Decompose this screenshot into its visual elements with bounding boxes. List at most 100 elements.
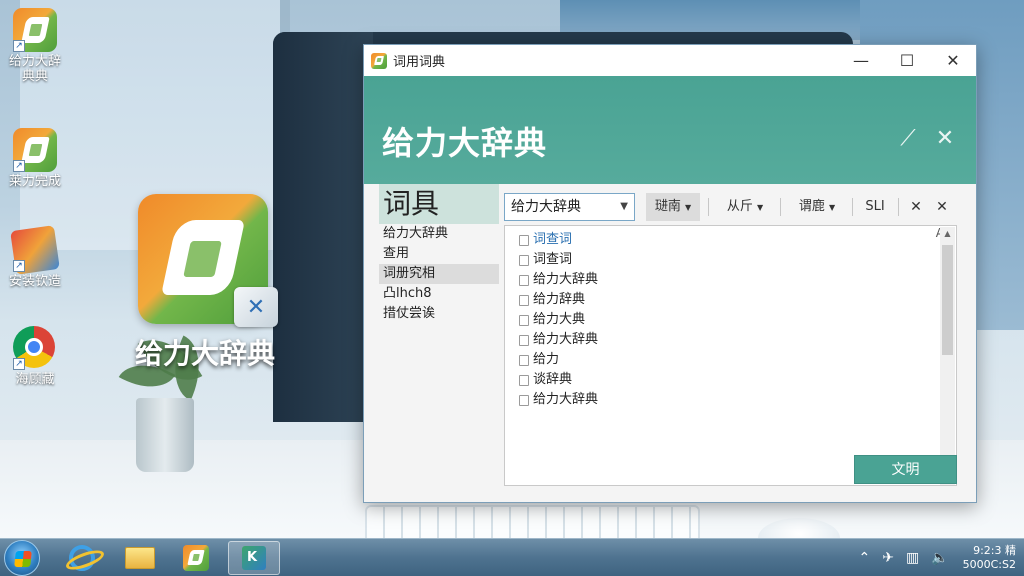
scrollbar-thumb[interactable] (942, 245, 953, 355)
confirm-button[interactable]: 文明 (854, 455, 957, 484)
file-icon (519, 355, 529, 366)
dictionary-app-icon: ↗ (13, 128, 57, 172)
toolbar-dropdown-3-label: 谓鹿 (798, 199, 825, 214)
tools-badge-icon: ✕ (234, 287, 278, 327)
list-item-label: 给力 (533, 352, 560, 367)
list-item[interactable]: 给力大辞典 (505, 270, 937, 290)
list-item[interactable]: 词查词 (505, 250, 937, 270)
chevron-down-icon: ▼ (757, 203, 764, 212)
list-item-label: 谈辞典 (533, 372, 573, 387)
toolbar-dropdown-2-label: 从斤 (726, 199, 753, 214)
volume-icon[interactable]: 🔈 (931, 550, 948, 566)
toolbar-dropdown-3[interactable]: 谓鹿 ▼ (790, 193, 844, 221)
list-item[interactable]: 谈辞典 (505, 370, 937, 390)
list-item[interactable]: 给力辞典 (505, 290, 937, 310)
list-item[interactable]: 词查词 (505, 230, 937, 250)
scroll-up-icon[interactable]: ▲ (940, 227, 955, 241)
shortcut-arrow-icon: ↗ (13, 160, 25, 172)
close-button[interactable]: ✕ (930, 45, 976, 76)
start-button[interactable] (4, 540, 40, 576)
taskbar-file-explorer[interactable] (114, 541, 166, 575)
dictionary-select[interactable]: 给力大辞典 ▼ (504, 193, 635, 221)
window-title: 词用词典 (393, 55, 446, 70)
close-icon[interactable]: ✕ (931, 126, 959, 151)
airplane-icon[interactable]: ✈ (882, 550, 894, 566)
desktop-icon-label: 莱力完成 (8, 174, 61, 189)
clock-time: 9:2:3 精 (973, 544, 1016, 557)
window-app-icon (371, 52, 387, 69)
list-item-label: 词查词 (533, 252, 573, 267)
word-list-rows: 词查词 词查词 给力大辞典 给力辞典 给力大典 给力大辞典 给力 谈辞典 给力大辞典 (505, 226, 956, 410)
taskbar-internet-explorer[interactable] (56, 541, 108, 575)
folder-icon (125, 547, 155, 569)
list-item-label: 词查词 (533, 232, 573, 247)
toolbar-sli-button[interactable]: SLI (860, 193, 890, 221)
taskbar-dictionary-app[interactable] (170, 541, 222, 575)
sidebar-item-dictionary[interactable]: 给力大辞典 (379, 224, 499, 244)
toolbar-divider (780, 198, 781, 216)
sidebar-item-settings[interactable]: 措仗尝诶 (379, 304, 499, 324)
toolbar-dropdown-1[interactable]: 琎南 ▼ (646, 193, 700, 221)
plant-pot (136, 398, 194, 472)
toolbar-dropdown-1-label: 琎南 (654, 199, 681, 214)
title-bar[interactable]: 词用词典 — ☐ ✕ (364, 45, 976, 76)
desktop-icon-label: 给力大辞 典典 (8, 54, 61, 84)
file-icon (519, 235, 529, 246)
background-keyboard (365, 505, 700, 538)
chevron-down-icon: ▼ (685, 203, 692, 212)
sidebar-item-word-book[interactable]: 词册究相 (379, 264, 499, 284)
windows-logo-icon (14, 551, 32, 567)
file-icon (519, 335, 529, 346)
scrollbar[interactable]: ▲ ▼ (940, 227, 955, 485)
file-icon (519, 395, 529, 406)
file-icon (519, 315, 529, 326)
desktop-icon-label: 海顾藏 (15, 372, 55, 387)
toolbar-divider (852, 198, 853, 216)
desktop-icon-label: 安装钦造 (8, 274, 61, 289)
desktop-icon-browser[interactable]: ↗ 海顾藏 (2, 326, 68, 387)
desktop-icon-complete[interactable]: ↗ 莱力完成 (2, 128, 68, 189)
clock-date: 5000C:S2 (962, 558, 1016, 571)
minimize-button[interactable]: — (838, 45, 884, 76)
banner-title: 给力大辞典 (382, 124, 548, 162)
shortcut-arrow-icon: ↗ (13, 40, 25, 52)
system-tray: ⌃ ✈ ▥ 🔈 9:2:3 精 5000C:S2 (852, 539, 1016, 576)
list-item-label: 给力大辞典 (533, 332, 599, 347)
taskbar: K ⌃ ✈ ▥ 🔈 9:2:3 精 5000C:S2 (0, 538, 1024, 576)
featured-app-label: 给力大辞典 (134, 337, 275, 370)
toolbar-divider (898, 198, 899, 216)
list-item[interactable]: 给力大典 (505, 310, 937, 330)
word-list: A 词查词词查词给力大辞典给力辞典给力大典给力大辞典给力谈辞典给力大辞典 ▲ ▼ (504, 225, 957, 486)
chevron-down-icon: ▼ (829, 203, 836, 212)
list-item[interactable]: 给力大辞典 (505, 330, 937, 350)
desktop-icon-install[interactable]: ↗ 安装钦造 (2, 225, 68, 289)
list-item[interactable]: 给力 (505, 350, 937, 370)
show-hidden-icons-icon[interactable]: ⌃ (858, 550, 870, 566)
toolbar: 给力大辞典 ▼ 琎南 ▼ 从斤 ▼ 谓鹿 ▼ SLI ✕ ✕ (504, 193, 959, 223)
photo-app-icon: ↗ (10, 225, 60, 275)
internet-explorer-icon (69, 545, 95, 571)
dictionary-app-icon (183, 545, 209, 571)
sidebar-item-lookup[interactable]: 查用 (379, 244, 499, 264)
chrome-icon: ↗ (13, 326, 57, 370)
combo-value: 给力大辞典 (511, 199, 581, 215)
toolbar-dropdown-2[interactable]: 从斤 ▼ (718, 193, 772, 221)
sidebar-item-ch8[interactable]: 凸lhch8 (379, 284, 499, 304)
chevron-down-icon: ▼ (620, 201, 628, 212)
list-item-label: 给力辞典 (533, 292, 586, 307)
edit-icon[interactable]: ⟋ (894, 126, 922, 151)
file-icon (519, 295, 529, 306)
network-icon[interactable]: ▥ (906, 550, 919, 566)
list-item[interactable]: 给力大辞典 (505, 390, 937, 410)
list-item-label: 给力大典 (533, 312, 586, 327)
toolbar-divider (708, 198, 709, 216)
desktop-icon-dictionary[interactable]: ↗ 给力大辞 典典 (2, 8, 68, 84)
clear-icon[interactable]: ✕ (906, 193, 926, 221)
shortcut-arrow-icon: ↗ (13, 260, 25, 272)
clock[interactable]: 9:2:3 精 5000C:S2 (963, 544, 1016, 572)
close-icon[interactable]: ✕ (932, 193, 952, 221)
maximize-button[interactable]: ☐ (884, 45, 930, 76)
taskbar-active-window[interactable]: K (228, 541, 280, 575)
file-icon (519, 275, 529, 286)
file-icon (519, 255, 529, 266)
